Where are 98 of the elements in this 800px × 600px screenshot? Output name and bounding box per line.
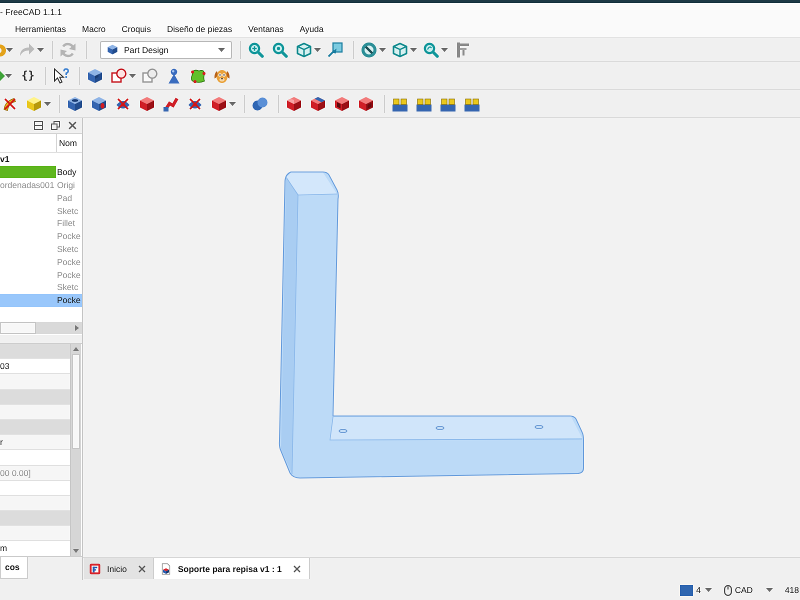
spheres-icon[interactable]: [252, 96, 268, 112]
mouse-icon: [724, 584, 732, 596]
window-title: - FreeCAD 1.1.1: [0, 6, 62, 16]
cube-icon[interactable]: [296, 42, 312, 58]
tree-label: Pocke: [57, 230, 81, 242]
pawn-icon[interactable]: [166, 68, 182, 84]
hollow-cube-icon[interactable]: [358, 96, 374, 112]
property-group-row: [0, 390, 70, 405]
pattern-icon[interactable]: [464, 96, 480, 112]
document-tab[interactable]: Soporte para repisa v1 : 1: [154, 558, 310, 579]
column-header[interactable]: Nom: [57, 134, 77, 152]
menu-item[interactable]: Herramientas: [7, 22, 74, 36]
cube-icon[interactable]: [310, 96, 326, 112]
bent-shape-icon[interactable]: [163, 96, 179, 112]
block-icon[interactable]: [87, 68, 103, 84]
braces-icon[interactable]: {}: [20, 68, 36, 84]
workbench-dropdown[interactable]: Part Design: [100, 40, 232, 58]
magnifier-icon[interactable]: [272, 42, 288, 58]
scrollbar-thumb[interactable]: [72, 354, 80, 449]
tree-label: v1: [0, 153, 10, 166]
tree-label: Fillet: [57, 217, 75, 230]
property-value: 03: [0, 361, 10, 372]
dog-face-icon[interactable]: [214, 68, 230, 84]
caret-icon[interactable]: [6, 48, 13, 52]
caret-icon[interactable]: [229, 102, 236, 106]
tree-row[interactable]: Pocke: [0, 294, 82, 307]
pattern-icon[interactable]: [392, 96, 408, 112]
block-icon[interactable]: [67, 96, 83, 112]
caret-icon: [218, 48, 225, 52]
cube-icon[interactable]: [286, 96, 302, 112]
square-arrow-icon[interactable]: [327, 42, 343, 58]
magnifier-icon[interactable]: [248, 42, 264, 58]
status-dropdown[interactable]: 4: [680, 584, 712, 596]
caliper-icon[interactable]: [454, 42, 470, 58]
square-circle-icon[interactable]: [111, 68, 127, 84]
menu-item[interactable]: Ventanas: [240, 22, 292, 36]
caret-icon[interactable]: [44, 102, 51, 106]
menu-item[interactable]: Ayuda: [292, 22, 332, 36]
crossed-shape-icon[interactable]: [115, 96, 131, 112]
tree-label: Origi: [57, 178, 75, 191]
panel-tab[interactable]: cos: [0, 557, 28, 579]
tree-label: Pad: [57, 192, 72, 204]
cursor-question-icon[interactable]: [53, 68, 69, 84]
cube-icon[interactable]: [139, 96, 155, 112]
property-value: m: [0, 543, 8, 554]
close-icon[interactable]: [292, 564, 301, 572]
scroll-arrow-icon[interactable]: [73, 347, 79, 351]
menu-item[interactable]: Macro: [74, 22, 114, 36]
tree-label: Pocke: [57, 268, 81, 281]
property-value: 00 0.00]: [0, 468, 31, 478]
property-row: [0, 404, 70, 420]
caret-icon[interactable]: [766, 588, 773, 592]
caret-icon[interactable]: [410, 48, 417, 52]
close-icon[interactable]: [138, 564, 146, 572]
caret-icon[interactable]: [129, 74, 136, 78]
property-row: [0, 496, 70, 512]
block-icon: [107, 44, 118, 55]
hollow-cube-icon[interactable]: [334, 96, 350, 112]
prohibited-sign-icon[interactable]: [361, 42, 377, 58]
square-icon: [680, 584, 694, 596]
caret-icon[interactable]: [379, 48, 386, 52]
tree-label: ordenadas001: [0, 178, 54, 191]
crossed-shape-icon[interactable]: [187, 96, 203, 112]
pattern-icon[interactable]: [440, 96, 456, 112]
cube-icon[interactable]: [392, 42, 408, 58]
status-dropdown[interactable]: CAD: [724, 584, 773, 596]
blob-icon[interactable]: [190, 68, 206, 84]
scroll-arrow-icon[interactable]: [75, 325, 79, 331]
tree-label: Body: [57, 166, 76, 178]
caret-icon[interactable]: [5, 74, 12, 78]
scroll-arrow-icon[interactable]: [73, 549, 79, 553]
logo-icon: [89, 562, 101, 574]
property-value: r: [0, 437, 3, 448]
menu-item[interactable]: Croquis: [114, 22, 159, 36]
tree-label: Sketc: [57, 242, 78, 255]
window-icon[interactable]: [34, 121, 43, 130]
caret-icon[interactable]: [314, 48, 321, 52]
crossed-shape-icon[interactable]: [2, 96, 18, 112]
tree-label: Pocke: [57, 294, 81, 306]
close-icon[interactable]: [68, 121, 77, 130]
caret-icon[interactable]: [441, 48, 448, 52]
tree-label: Sketc: [57, 204, 78, 217]
status-text: 418: [784, 585, 799, 595]
document-icon: [160, 562, 172, 574]
scrollbar-thumb[interactable]: [0, 322, 36, 334]
vertical-scrollbar[interactable]: [70, 344, 81, 556]
block-hole-icon[interactable]: [91, 96, 107, 112]
horizontal-scrollbar[interactable]: [0, 322, 82, 334]
property-group-row: [0, 511, 70, 526]
overlapping-squares-icon[interactable]: [51, 121, 60, 130]
tree-label: Pocke: [57, 256, 81, 268]
cube-icon[interactable]: [211, 96, 227, 112]
menu-item[interactable]: Diseño de piezas: [158, 22, 240, 36]
document-tab[interactable]: Inicio: [84, 558, 154, 579]
magnifier-icon[interactable]: [423, 42, 439, 58]
pattern-icon[interactable]: [416, 96, 432, 112]
tree-label: Sketc: [57, 281, 78, 294]
caret-icon[interactable]: [704, 588, 712, 592]
